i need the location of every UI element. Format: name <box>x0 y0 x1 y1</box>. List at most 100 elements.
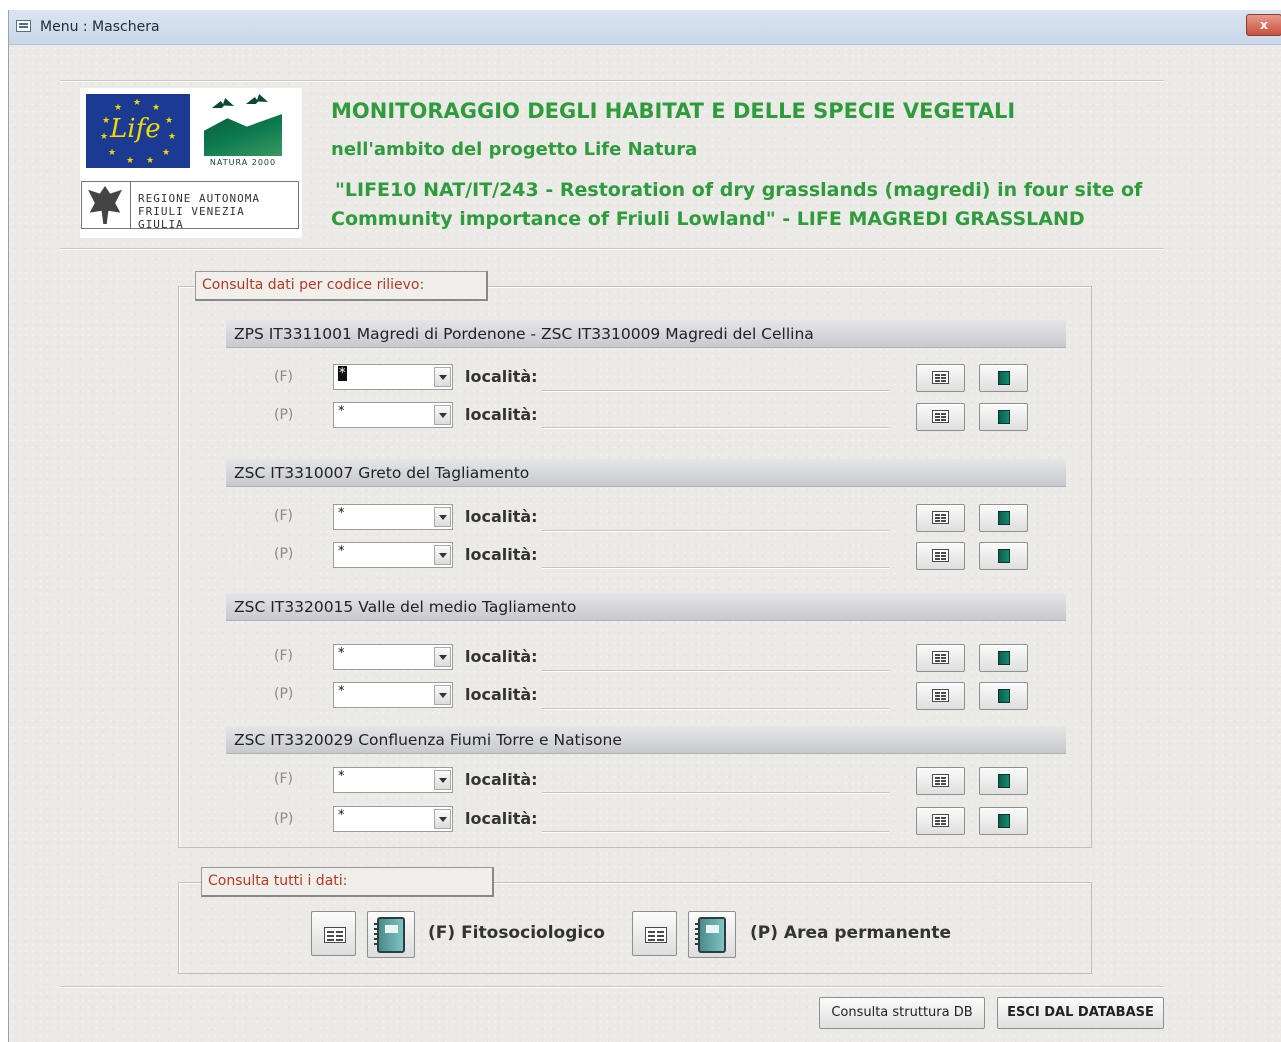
codice-combo-f[interactable]: * <box>333 504 453 530</box>
open-report-button[interactable] <box>979 542 1028 570</box>
codice-combo-f[interactable]: * <box>333 364 453 390</box>
chevron-down-icon[interactable] <box>434 647 451 667</box>
consulta-struttura-button[interactable]: Consulta struttura DB <box>819 997 985 1029</box>
open-form-button[interactable] <box>916 767 965 795</box>
page-subtitle: nell'ambito del progetto Life Natura <box>331 139 698 160</box>
row-code-f: (F) <box>274 369 293 385</box>
row-code-f: (F) <box>274 508 293 524</box>
open-report-button[interactable] <box>979 807 1028 835</box>
life-logo: ★ ★ ★ ★ ★ ★ ★ ★ ★ ★ ★ Life <box>86 94 190 168</box>
project-line-2: Community importance of Friuli Lowland" … <box>331 208 1085 230</box>
open-report-button[interactable] <box>979 403 1028 431</box>
tutti-dati-label: Consulta tutti i dati: <box>201 867 494 897</box>
form-view-icon <box>932 410 949 423</box>
area-permanente-label: (P) Area permanente <box>750 923 952 943</box>
combo-value: * <box>338 769 345 784</box>
row-code-p: (P) <box>274 546 294 562</box>
localita-label: località: <box>465 685 538 704</box>
form-view-icon <box>324 927 346 943</box>
report-book-icon <box>998 814 1010 828</box>
open-form-button[interactable] <box>916 364 965 392</box>
localita-label: località: <box>465 405 538 424</box>
life-logo-text: Life <box>110 114 161 144</box>
codice-combo-f[interactable]: * <box>333 644 453 670</box>
localita-field <box>542 530 889 531</box>
site-header-1: ZPS IT3311001 Magredi di Pordenone - ZSC… <box>226 320 1066 348</box>
page-title: MONITORAGGIO DEGLI HABITAT E DELLE SPECI… <box>331 99 1016 123</box>
fito-form-button[interactable] <box>311 911 356 956</box>
fito-report-button[interactable] <box>367 911 415 958</box>
codice-combo-p[interactable]: * <box>333 542 453 568</box>
codice-combo-p[interactable]: * <box>333 402 453 428</box>
form-view-icon <box>932 774 949 787</box>
report-book-icon <box>998 689 1010 703</box>
codice-combo-p[interactable]: * <box>333 806 453 832</box>
regione-line2: FRIULI VENEZIA GIULIA <box>138 205 245 231</box>
localita-field <box>542 708 889 709</box>
natura2000-logo: NATURA 2000 <box>200 94 286 168</box>
report-book-icon <box>998 549 1010 563</box>
localita-field <box>542 831 889 832</box>
report-book-icon <box>695 917 726 953</box>
row-code-p: (P) <box>274 407 294 423</box>
chevron-down-icon[interactable] <box>434 405 451 425</box>
window-title: Menu : Maschera <box>40 19 160 35</box>
codice-combo-p[interactable]: * <box>333 682 453 708</box>
row-code-p: (P) <box>274 686 294 702</box>
codice-combo-f[interactable]: * <box>333 767 453 793</box>
site-header-2: ZSC IT3310007 Greto del Tagliamento <box>226 459 1066 487</box>
row-code-p: (P) <box>274 811 294 827</box>
localita-field <box>542 390 889 391</box>
form-window-icon <box>16 20 31 32</box>
open-report-button[interactable] <box>979 644 1028 672</box>
chevron-down-icon[interactable] <box>434 770 451 790</box>
open-form-button[interactable] <box>916 403 965 431</box>
localita-field <box>542 427 889 428</box>
open-report-button[interactable] <box>979 364 1028 392</box>
top-divider <box>60 80 1164 81</box>
localita-label: località: <box>465 545 538 564</box>
row-code-f: (F) <box>274 771 293 787</box>
chevron-down-icon[interactable] <box>434 685 451 705</box>
localita-label: località: <box>465 507 538 526</box>
form-view-icon <box>932 689 949 702</box>
open-form-button[interactable] <box>916 644 965 672</box>
open-report-button[interactable] <box>979 767 1028 795</box>
localita-label: località: <box>465 809 538 828</box>
row-code-f: (F) <box>274 648 293 664</box>
area-form-button[interactable] <box>632 911 677 956</box>
report-book-icon <box>998 410 1010 424</box>
codice-rilievo-label: Consulta dati per codice rilievo: <box>195 271 488 301</box>
open-form-button[interactable] <box>916 542 965 570</box>
form-view-icon <box>932 371 949 384</box>
project-line-1: "LIFE10 NAT/IT/243 - Restoration of dry … <box>335 179 1143 201</box>
footer-divider <box>60 986 1164 987</box>
combo-value: * <box>338 366 347 381</box>
site-header-4: ZSC IT3320029 Confluenza Fiumi Torre e N… <box>226 726 1066 754</box>
combo-value: * <box>338 808 345 823</box>
open-report-button[interactable] <box>979 682 1028 710</box>
localita-field <box>542 792 889 793</box>
open-form-button[interactable] <box>916 504 965 532</box>
menu-form: ★ ★ ★ ★ ★ ★ ★ ★ ★ ★ ★ Life NATURA 2000 REGION… <box>9 45 1281 1042</box>
close-button[interactable]: x <box>1246 14 1281 36</box>
form-view-icon <box>932 651 949 664</box>
open-form-button[interactable] <box>916 807 965 835</box>
localita-label: località: <box>465 647 538 666</box>
combo-value: * <box>338 544 345 559</box>
esci-database-button[interactable]: ESCI DAL DATABASE <box>997 997 1164 1029</box>
regione-line1: REGIONE AUTONOMA <box>138 192 260 205</box>
localita-label: località: <box>465 770 538 789</box>
report-book-icon <box>998 511 1010 525</box>
site-header-3: ZSC IT3320015 Valle del medio Tagliament… <box>226 593 1066 621</box>
chevron-down-icon[interactable] <box>434 367 451 387</box>
localita-label: località: <box>465 367 538 386</box>
area-report-button[interactable] <box>688 911 736 958</box>
open-form-button[interactable] <box>916 682 965 710</box>
chevron-down-icon[interactable] <box>434 809 451 829</box>
chevron-down-icon[interactable] <box>434 545 451 565</box>
title-bar: Menu : Maschera x <box>9 10 1281 45</box>
chevron-down-icon[interactable] <box>434 507 451 527</box>
open-report-button[interactable] <box>979 504 1028 532</box>
combo-value: * <box>338 684 345 699</box>
